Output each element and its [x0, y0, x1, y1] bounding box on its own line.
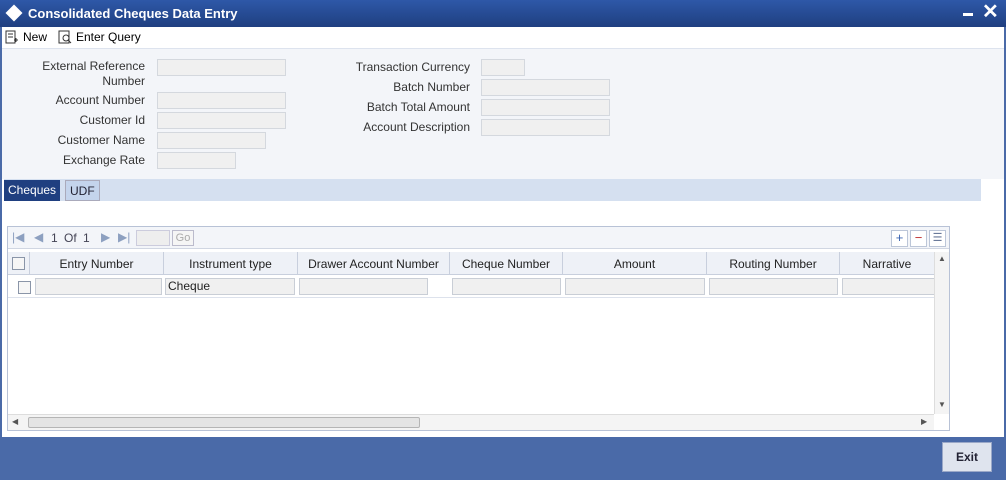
next-page-icon[interactable]: ▶ [101, 230, 110, 244]
new-document-icon [5, 30, 18, 44]
close-icon[interactable]: ✕ [982, 1, 999, 23]
routing-number-cell[interactable] [709, 278, 838, 295]
exchange-rate-label: Exchange Rate [62, 153, 145, 167]
tab-udf[interactable]: UDF [65, 180, 100, 201]
horizontal-scroll-thumb[interactable] [28, 417, 420, 428]
exit-button[interactable]: Exit [942, 442, 992, 472]
column-entry-number[interactable]: Entry Number [30, 252, 164, 275]
external-reference-field[interactable] [157, 59, 286, 76]
account-number-field[interactable] [157, 92, 286, 109]
scroll-right-icon[interactable]: ▶ [921, 417, 927, 426]
current-page: 1 [51, 231, 58, 245]
enter-query-button[interactable]: Enter Query [58, 28, 141, 46]
transaction-currency-label: Transaction Currency [355, 60, 470, 74]
last-page-icon[interactable]: ▶| [118, 230, 130, 244]
transaction-currency-field[interactable] [481, 59, 525, 76]
grid-pager: |◀ ◀ 1 Of 1 ▶ ▶| Go + − ☰ [8, 227, 949, 249]
tab-strip: Cheques UDF [4, 179, 981, 201]
external-reference-label: External Reference Number [42, 59, 145, 88]
column-drawer-account-number[interactable]: Drawer Account Number [298, 252, 450, 275]
customer-id-label: Customer Id [79, 113, 145, 127]
toolbar: New Enter Query [2, 27, 1004, 49]
page-number-input[interactable] [136, 230, 170, 246]
cheque-number-cell[interactable] [452, 278, 561, 295]
add-row-icon[interactable]: + [891, 230, 908, 247]
header-select-cell [8, 252, 30, 275]
column-instrument-type[interactable]: Instrument type [164, 252, 298, 275]
narrative-cell[interactable] [842, 278, 934, 295]
grid-header: Entry Number Instrument type Drawer Acco… [8, 252, 934, 275]
new-button[interactable]: New [5, 28, 47, 46]
enter-query-button-label: Enter Query [76, 30, 141, 44]
amount-cell[interactable] [565, 278, 705, 295]
horizontal-scrollbar[interactable]: ◀ ▶ [8, 414, 934, 430]
batch-total-amount-label: Batch Total Amount [366, 100, 470, 114]
account-description-label: Account Description [363, 120, 470, 134]
customer-id-field[interactable] [157, 112, 286, 129]
select-all-checkbox[interactable] [12, 257, 25, 270]
scroll-up-icon[interactable]: ▲ [938, 254, 946, 263]
new-button-label: New [23, 30, 48, 44]
vertical-scrollbar[interactable]: ▲ ▼ [934, 252, 949, 414]
first-page-icon[interactable]: |◀ [12, 230, 24, 244]
column-amount[interactable]: Amount [563, 252, 707, 275]
batch-number-label: Batch Number [393, 80, 470, 94]
minimize-icon[interactable] [963, 13, 973, 16]
go-button[interactable]: Go [172, 230, 194, 246]
app-diamond-icon [5, 4, 23, 22]
entry-number-cell[interactable] [35, 278, 162, 295]
cheques-grid: |◀ ◀ 1 Of 1 ▶ ▶| Go + − ☰ Entry Number I… [7, 226, 950, 431]
row-options-icon[interactable]: ☰ [929, 230, 946, 247]
batch-total-amount-field[interactable] [481, 99, 610, 116]
title-bar: Consolidated Cheques Data Entry ✕ [0, 0, 1006, 27]
customer-name-field[interactable] [157, 132, 266, 149]
delete-row-icon[interactable]: − [910, 230, 927, 247]
drawer-account-number-cell[interactable] [299, 278, 428, 295]
row-select-checkbox[interactable] [18, 281, 31, 294]
exchange-rate-field[interactable] [157, 152, 236, 169]
instrument-type-cell[interactable]: Cheque [165, 278, 295, 295]
account-number-label: Account Number [55, 93, 145, 107]
column-cheque-number[interactable]: Cheque Number [450, 252, 563, 275]
query-icon [58, 30, 72, 44]
column-routing-number[interactable]: Routing Number [707, 252, 840, 275]
tab-cheques[interactable]: Cheques [4, 180, 61, 201]
scroll-down-icon[interactable]: ▼ [938, 400, 946, 409]
account-description-field[interactable] [481, 119, 610, 136]
customer-name-label: Customer Name [57, 133, 145, 147]
total-pages: 1 [83, 231, 90, 245]
scroll-left-icon[interactable]: ◀ [12, 417, 18, 426]
previous-page-icon[interactable]: ◀ [34, 230, 43, 244]
page-of-label: Of [64, 231, 77, 245]
header-form: External Reference Number Account Number… [2, 49, 1004, 179]
batch-number-field[interactable] [481, 79, 610, 96]
main-window: New Enter Query External Reference Numbe… [2, 27, 1004, 437]
window-title: Consolidated Cheques Data Entry [28, 6, 238, 21]
table-row: Cheque [8, 275, 934, 298]
column-narrative[interactable]: Narrative [840, 252, 934, 275]
